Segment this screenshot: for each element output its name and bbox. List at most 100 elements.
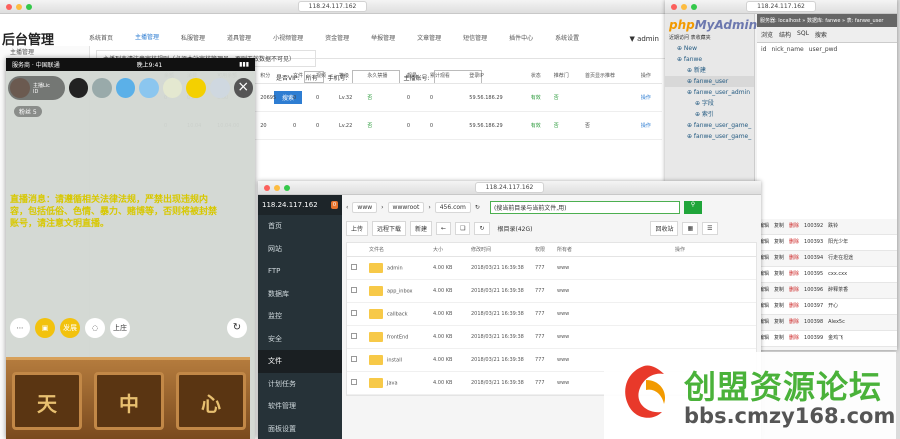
host-card[interactable]: 主播Lic ID	[8, 76, 65, 100]
row-action-link[interactable]: 删除	[789, 303, 799, 309]
grid-view-icon[interactable]: ▦	[682, 222, 699, 235]
path-segment[interactable]: www	[352, 201, 378, 213]
notification-badge[interactable]: 0	[330, 201, 338, 209]
file-name[interactable]: Java	[369, 378, 433, 388]
file-checkbox[interactable]	[351, 264, 369, 272]
file-name[interactable]: admin	[369, 263, 433, 273]
row-action-link[interactable]: 删除	[789, 319, 799, 325]
db-tree-item[interactable]: ⊕ fanwe_user	[665, 76, 754, 87]
window-controls[interactable]	[671, 4, 697, 10]
row-action-link[interactable]: 删除	[789, 271, 799, 277]
row-action-link[interactable]: 删除	[789, 255, 799, 261]
checkbox-box[interactable]	[351, 287, 357, 293]
file-name-text[interactable]: admin	[387, 266, 403, 272]
row-action-link[interactable]: 操作	[638, 111, 662, 140]
file-row[interactable]: callback 4.00 KB 2018/03/21 16:39:38 777 www	[347, 303, 756, 326]
row-action-link[interactable]: 复制	[774, 335, 784, 341]
list-view-icon[interactable]: ☰	[702, 222, 718, 235]
file-row[interactable]: admin 4.00 KB 2018/03/21 16:39:38 777 www	[347, 257, 756, 280]
db-tree-item[interactable]: ⊕ 新建	[665, 65, 754, 76]
sidebar-item[interactable]: 计划任务	[258, 373, 342, 396]
file-name-text[interactable]: Java	[387, 381, 398, 387]
sidebar-item[interactable]: 首页	[258, 215, 342, 238]
file-name[interactable]: app_inbox	[369, 286, 433, 296]
row-action-link[interactable]: 复制	[774, 287, 784, 293]
row-action-link[interactable]: 删除	[789, 223, 799, 229]
checkbox-box[interactable]	[351, 356, 357, 362]
admin-user[interactable]: ▼ admin	[629, 35, 665, 43]
bet-area-1[interactable]: 天	[12, 372, 82, 430]
file-name-text[interactable]: frontEnd	[387, 335, 408, 341]
copy-icon[interactable]: ❏	[455, 222, 471, 235]
path-segment[interactable]: 456.com	[434, 201, 471, 213]
row-action-link[interactable]: 复制	[774, 319, 784, 325]
pma-tab[interactable]: 搜索	[815, 30, 827, 39]
row-action-link[interactable]: 操作	[638, 83, 662, 112]
sidebar-item[interactable]: 监控	[258, 305, 342, 328]
viewer-avatar[interactable]	[92, 78, 112, 98]
db-tree-item[interactable]: ⊕ fanwe_user_game_	[665, 120, 754, 131]
file-name[interactable]: callback	[369, 309, 433, 319]
viewer-avatar[interactable]	[139, 78, 159, 98]
pma-tab[interactable]: SQL	[797, 30, 809, 39]
file-name-text[interactable]: install	[387, 358, 402, 364]
file-checkbox[interactable]	[351, 333, 369, 341]
file-row[interactable]: frontEnd 4.00 KB 2018/03/21 16:39:38 777 www	[347, 326, 756, 349]
file-name-text[interactable]: app_inbox	[387, 289, 413, 295]
sidebar-item[interactable]: 软件管理	[258, 395, 342, 418]
bet-area-3[interactable]: 心	[176, 372, 246, 430]
sidebar-item[interactable]: 安全	[258, 328, 342, 351]
file-checkbox[interactable]	[351, 379, 369, 387]
pma-tab[interactable]: 浏览	[761, 30, 773, 39]
share-button[interactable]: 发展	[60, 318, 80, 338]
db-tree-item[interactable]: ⊕ fanwe_user_game_	[665, 131, 754, 142]
link-icon[interactable]: ◌	[85, 318, 105, 338]
viewer-avatar[interactable]	[162, 78, 183, 98]
row-action-link[interactable]: 删除	[789, 239, 799, 245]
file-name-text[interactable]: callback	[387, 312, 407, 318]
file-name[interactable]: frontEnd	[369, 332, 433, 342]
bet-area-2[interactable]: 中	[94, 372, 164, 430]
sidebar-item[interactable]: 数据库	[258, 283, 342, 306]
checkbox-box[interactable]	[351, 310, 357, 316]
checkbox-box[interactable]	[351, 379, 357, 385]
checkbox-box[interactable]	[351, 333, 357, 339]
pma-column-header[interactable]: user_pwd	[809, 46, 838, 53]
pma-url-bar[interactable]: 118.24.117.162	[746, 1, 816, 12]
banker-button[interactable]: 上庄	[110, 318, 130, 338]
more-icon[interactable]: ⋯	[10, 318, 30, 338]
window-controls[interactable]	[264, 185, 290, 191]
file-checkbox[interactable]	[351, 310, 369, 318]
db-tree-item[interactable]: ⊕ 索引	[665, 109, 754, 120]
viewer-avatar[interactable]	[115, 78, 136, 98]
refresh-icon[interactable]: ↻	[474, 222, 490, 235]
viewer-avatar[interactable]	[68, 78, 89, 98]
sidebar-item[interactable]: 文件	[258, 350, 342, 373]
pma-column-header[interactable]: nick_name	[771, 46, 803, 53]
file-checkbox[interactable]	[351, 287, 369, 295]
col-date[interactable]: 修改时间	[471, 246, 535, 253]
remote-download-button[interactable]: 远程下载	[372, 221, 407, 236]
db-tree-item[interactable]: ⊕ New	[665, 43, 754, 54]
col-name[interactable]: 文件名	[369, 246, 433, 253]
refresh-icon[interactable]: ↻	[475, 204, 480, 211]
window-controls[interactable]	[6, 4, 32, 10]
pma-quick-links[interactable]: 近期访问 表收藏夹	[665, 32, 754, 43]
col-size[interactable]: 大小	[433, 246, 471, 253]
new-button[interactable]: 新建	[410, 221, 433, 236]
sidebar-item[interactable]: 网站	[258, 238, 342, 261]
file-row[interactable]: app_inbox 4.00 KB 2018/03/21 16:39:38 777 ww…	[347, 280, 756, 303]
viewer-avatar[interactable]	[186, 78, 206, 98]
file-name[interactable]: install	[369, 355, 433, 365]
db-tree-item[interactable]: ⊕ fanwe_user_admin	[665, 87, 754, 98]
gift-box-icon[interactable]: ▣	[35, 318, 55, 338]
row-action-link[interactable]: 删除	[789, 335, 799, 341]
checkbox-box[interactable]	[351, 264, 357, 270]
admin-url-bar[interactable]: 118.24.117.162	[297, 1, 368, 12]
upload-button[interactable]: 上传	[346, 221, 369, 236]
recycle-bin-button[interactable]: 回收站	[650, 221, 679, 236]
row-action-link[interactable]: 复制	[774, 239, 784, 245]
up-icon[interactable]: ←	[436, 222, 452, 235]
viewer-avatar[interactable]	[209, 78, 230, 98]
db-tree-item[interactable]: ⊕ fanwe	[665, 54, 754, 65]
